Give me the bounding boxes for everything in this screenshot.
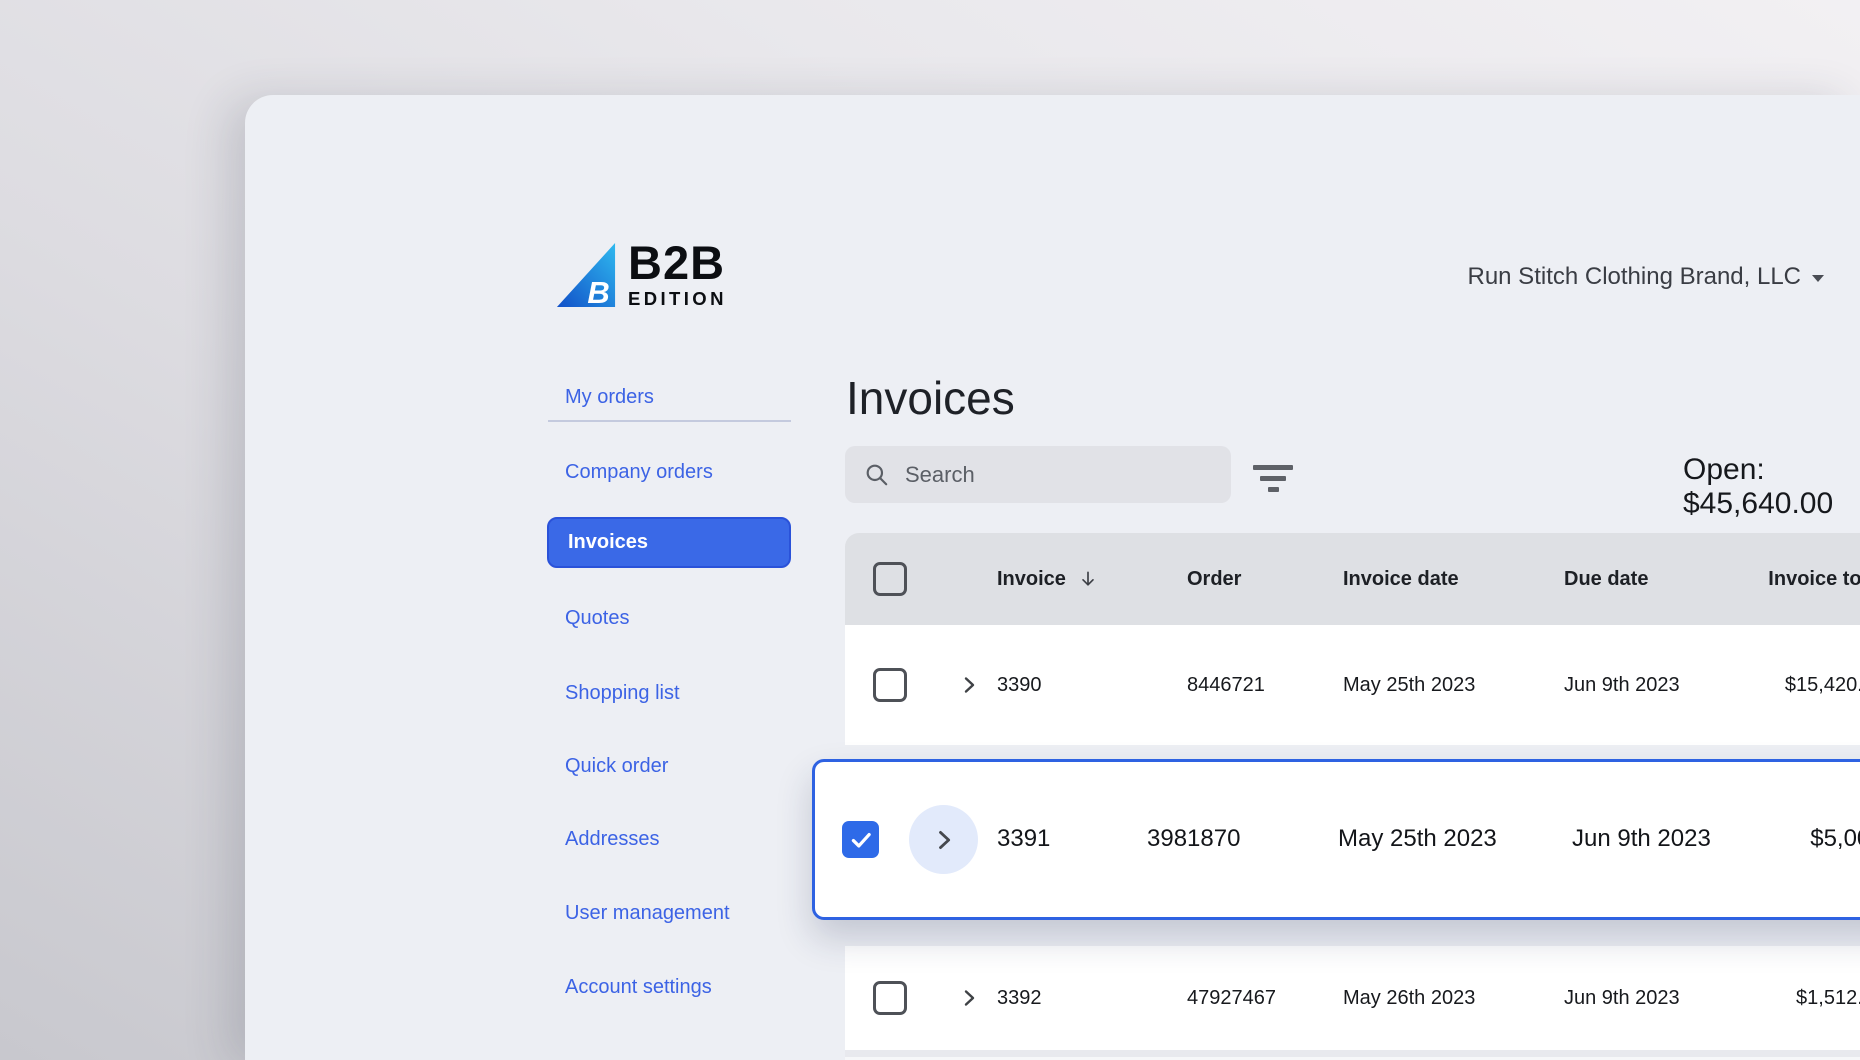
sidebar-item-invoices-label: Invoices xyxy=(568,531,648,554)
row-divider xyxy=(845,1050,1860,1057)
checkmark-icon xyxy=(848,827,874,853)
chevron-right-icon xyxy=(930,826,958,854)
sidebar-item-addresses[interactable]: Addresses xyxy=(565,828,660,851)
sidebar-item-quotes[interactable]: Quotes xyxy=(565,607,629,630)
cell-invoice: 3390 xyxy=(997,674,1187,697)
cell-order: 47927467 xyxy=(1187,987,1343,1010)
row-checkbox[interactable] xyxy=(873,981,907,1015)
column-header-due-date[interactable]: Due date xyxy=(1564,568,1761,591)
filter-icon[interactable] xyxy=(1247,461,1299,495)
cell-invoice-total: $15,420.00 xyxy=(1761,674,1860,697)
svg-text:B: B xyxy=(587,275,609,309)
logo-text-edition: EDITION xyxy=(628,288,727,310)
select-all-checkbox[interactable] xyxy=(873,562,907,596)
logo-text-b2b: B2B xyxy=(628,241,727,285)
column-header-invoice-date[interactable]: Invoice date xyxy=(1343,568,1564,591)
table-header-row: Invoice Order Invoice date Due date Invo… xyxy=(845,533,1860,625)
bigcommerce-triangle-icon: B xyxy=(555,241,617,309)
search-icon xyxy=(864,462,890,488)
sidebar-item-account-settings[interactable]: Account settings xyxy=(565,976,712,999)
page-title: Invoices xyxy=(846,371,1015,425)
invoice-row-selected[interactable]: 3391 3981870 May 25th 2023 Jun 9th 2023 … xyxy=(812,759,1860,920)
sidebar-item-invoices[interactable]: Invoices xyxy=(547,517,791,568)
chevron-right-icon xyxy=(957,673,981,697)
sidebar-item-user-management[interactable]: User management xyxy=(565,902,730,925)
row-checkbox-checked[interactable] xyxy=(842,821,879,858)
column-header-invoice[interactable]: Invoice xyxy=(997,568,1187,591)
cell-due-date: Jun 9th 2023 xyxy=(1564,674,1761,697)
caret-down-icon xyxy=(1812,275,1824,282)
column-header-order[interactable]: Order xyxy=(1187,568,1343,591)
cell-due-date: Jun 9th 2023 xyxy=(1572,825,1711,853)
sidebar-divider xyxy=(548,420,791,422)
cell-invoice-date: May 25th 2023 xyxy=(1343,674,1564,697)
cell-invoice-date: May 26th 2023 xyxy=(1343,987,1564,1010)
cell-invoice-date: May 25th 2023 xyxy=(1338,825,1497,853)
open-balance: Open: $45,640.00 xyxy=(1683,453,1860,521)
cell-invoice: 3392 xyxy=(997,987,1187,1010)
invoice-row[interactable]: 3392 47927467 May 26th 2023 Jun 9th 2023… xyxy=(845,946,1860,1050)
cell-due-date: Jun 9th 2023 xyxy=(1564,987,1761,1010)
b2b-edition-logo: B B2B EDITION xyxy=(555,241,727,310)
expand-row-button[interactable] xyxy=(941,673,997,697)
app-card: B B2B EDITION Run Stitch Clothing Brand,… xyxy=(245,95,1860,1060)
invoice-row[interactable]: 3390 8446721 May 25th 2023 Jun 9th 2023 … xyxy=(845,625,1860,745)
chevron-right-icon xyxy=(957,986,981,1010)
cell-order: 3981870 xyxy=(1147,825,1240,853)
sidebar-item-shopping-list[interactable]: Shopping list xyxy=(565,682,680,705)
expand-row-button[interactable] xyxy=(909,805,978,874)
sort-descending-icon xyxy=(1078,569,1098,589)
invoices-table: Invoice Order Invoice date Due date Invo… xyxy=(845,533,1860,1060)
sidebar-item-quick-order[interactable]: Quick order xyxy=(565,755,668,778)
search-input-wrapper xyxy=(845,446,1231,503)
sidebar-item-my-orders[interactable]: My orders xyxy=(565,386,654,409)
account-name: Run Stitch Clothing Brand, LLC xyxy=(1467,263,1801,291)
cell-invoice: 3391 xyxy=(997,825,1050,853)
row-checkbox[interactable] xyxy=(873,668,907,702)
cell-order: 8446721 xyxy=(1187,674,1343,697)
cell-invoice-total: $5,000.00 xyxy=(1717,825,1860,853)
search-input[interactable] xyxy=(903,461,1207,489)
column-header-invoice-total[interactable]: Invoice total xyxy=(1761,568,1860,591)
logo-wordmark: B2B EDITION xyxy=(628,241,727,310)
account-switcher[interactable]: Run Stitch Clothing Brand, LLC xyxy=(1467,263,1824,291)
expand-row-button[interactable] xyxy=(941,986,997,1010)
sidebar-item-company-orders[interactable]: Company orders xyxy=(565,461,713,484)
page-background: B B2B EDITION Run Stitch Clothing Brand,… xyxy=(0,0,1860,1060)
cell-invoice-total: $1,512.00 xyxy=(1761,987,1860,1010)
